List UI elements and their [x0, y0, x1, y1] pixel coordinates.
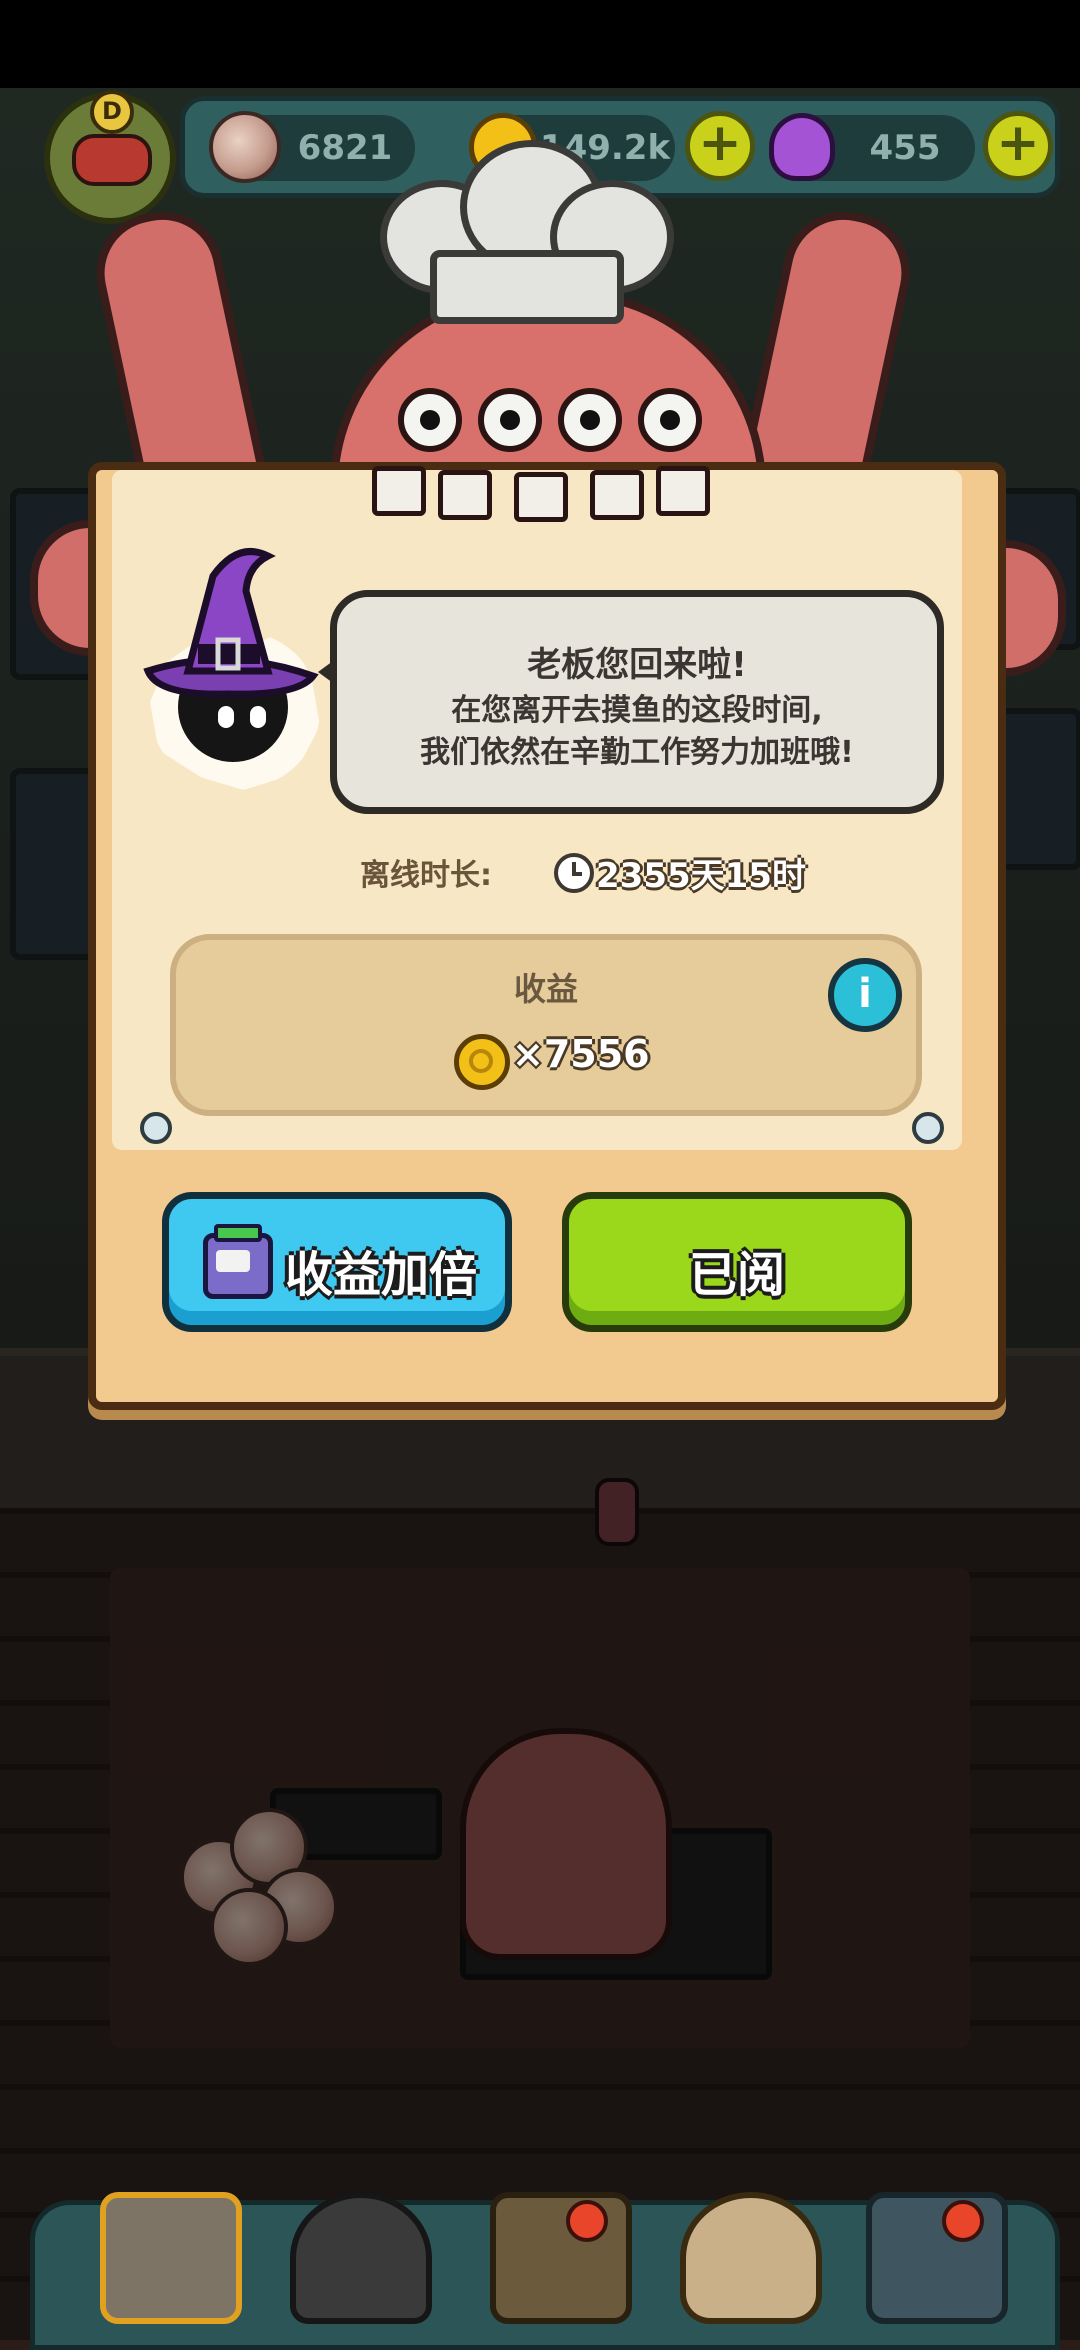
double-earnings-label: 收益加倍 — [285, 1247, 478, 1303]
witch-eye — [250, 706, 266, 728]
nav-cauldron-icon[interactable] — [290, 2192, 432, 2324]
earnings-title: 收益 — [513, 970, 578, 1008]
tv-ad-icon — [203, 1224, 273, 1299]
witch-hat-icon — [143, 548, 319, 698]
octopus-tooth — [514, 472, 568, 522]
greeting-text: 老板您回来啦! — [527, 645, 747, 685]
chef-hat-icon — [380, 140, 674, 324]
octopus-tooth — [438, 470, 492, 520]
nav-recipe-book-icon[interactable] — [490, 2192, 632, 2324]
nav-more-menu-icon[interactable] — [866, 2192, 1008, 2324]
restaurant-rank-badge[interactable]: D — [44, 90, 176, 224]
add-potion-button[interactable]: + — [983, 111, 1053, 181]
earnings-amount: ×7556 — [512, 1032, 650, 1076]
octopus-tooth — [372, 466, 426, 516]
acknowledge-button[interactable]: 已阅 — [562, 1192, 912, 1332]
rank-progress-icon — [72, 134, 152, 186]
potion-counter: 455 — [769, 113, 975, 181]
clock-icon — [554, 853, 594, 893]
offline-duration-label: 离线时长: — [360, 858, 492, 893]
info-button[interactable]: i — [828, 958, 902, 1032]
octopus-eye — [638, 388, 702, 452]
notification-badge — [566, 2200, 608, 2242]
octopus-eye — [478, 388, 542, 452]
notification-badge — [942, 2200, 984, 2242]
offline-duration-value: 2355天15时 — [596, 856, 806, 896]
status-bar — [0, 0, 1080, 88]
witch-eye — [218, 706, 234, 728]
double-earnings-button[interactable]: 收益加倍 — [162, 1192, 512, 1332]
octopus-eye — [558, 388, 622, 452]
add-coins-button[interactable]: + — [685, 111, 755, 181]
speech-bubble: 老板您回来啦! 在您离开去摸鱼的这段时间, 我们依然在辛勤工作努力加班哦! — [330, 590, 944, 814]
potion-value: 455 — [869, 128, 941, 168]
coin-icon — [454, 1034, 510, 1090]
rank-letter: D — [90, 90, 134, 134]
earnings-panel: 收益 i ×7556 — [170, 934, 922, 1116]
rivet-icon — [912, 1112, 944, 1144]
eyeball-icon — [209, 111, 281, 183]
octopus-eye — [398, 388, 462, 452]
nav-money-bag-icon[interactable] — [680, 2192, 822, 2324]
message-line-3: 我们依然在辛勤工作努力加班哦! — [420, 735, 854, 770]
octopus-tooth — [656, 466, 710, 516]
octopus-tooth — [590, 470, 644, 520]
acknowledge-label: 已阅 — [688, 1247, 785, 1303]
message-line-2: 在您离开去摸鱼的这段时间, — [451, 693, 823, 728]
rivet-icon — [140, 1112, 172, 1144]
nav-restaurant-icon[interactable] — [100, 2192, 242, 2324]
potion-icon — [769, 113, 835, 181]
